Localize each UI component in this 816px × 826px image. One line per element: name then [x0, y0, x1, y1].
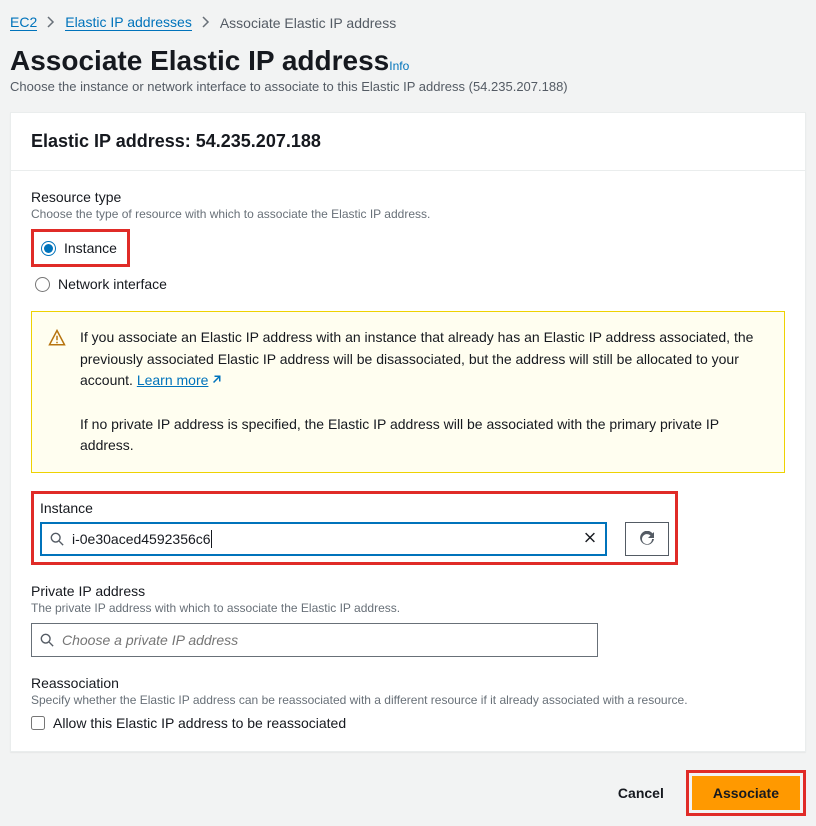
radio-network-interface-input[interactable] — [35, 277, 50, 292]
search-icon — [40, 633, 54, 647]
clear-icon[interactable] — [583, 531, 597, 548]
radio-network-interface-label: Network interface — [58, 276, 167, 292]
external-link-icon — [210, 374, 222, 386]
warning-alert: If you associate an Elastic IP address w… — [31, 311, 785, 473]
panel-heading: Elastic IP address: 54.235.207.188 — [11, 113, 805, 171]
main-panel: Elastic IP address: 54.235.207.188 Resou… — [10, 112, 806, 752]
breadcrumb: EC2 Elastic IP addresses Associate Elast… — [10, 10, 806, 45]
private-ip-section: Private IP address The private IP addres… — [31, 583, 785, 657]
chevron-right-icon — [47, 15, 55, 31]
resource-type-desc: Choose the type of resource with which t… — [31, 207, 785, 221]
instance-search[interactable]: i-0e30aced4592356c6 — [40, 522, 607, 556]
highlight-instance-radio: Instance — [31, 229, 130, 267]
footer: Cancel Associate — [10, 770, 806, 816]
learn-more-link[interactable]: Learn more — [137, 372, 223, 388]
info-link[interactable]: Info — [389, 59, 409, 73]
reassociation-label: Reassociation — [31, 675, 785, 691]
radio-instance-input[interactable] — [41, 241, 56, 256]
private-ip-input[interactable] — [32, 626, 597, 654]
associate-button[interactable]: Associate — [692, 776, 800, 810]
resource-type-label: Resource type — [31, 189, 785, 205]
reassociation-desc: Specify whether the Elastic IP address c… — [31, 693, 785, 707]
refresh-icon — [639, 531, 655, 547]
private-ip-desc: The private IP address with which to ass… — [31, 601, 785, 615]
cancel-button[interactable]: Cancel — [614, 777, 668, 809]
highlight-instance-field: Instance i-0e30aced4592356c6 — [31, 491, 678, 565]
breadcrumb-ec2[interactable]: EC2 — [10, 14, 37, 31]
refresh-button[interactable] — [625, 522, 669, 556]
alert-text-2: If no private IP address is specified, t… — [80, 416, 719, 454]
radio-instance-label: Instance — [64, 240, 117, 256]
page-title: Associate Elastic IP address — [10, 45, 389, 76]
warning-icon — [48, 327, 66, 457]
breadcrumb-eip[interactable]: Elastic IP addresses — [65, 14, 192, 31]
reassociation-section: Reassociation Specify whether the Elasti… — [31, 675, 785, 731]
instance-label: Instance — [40, 500, 669, 516]
radio-instance[interactable]: Instance — [37, 235, 121, 261]
reassociation-checkbox-row[interactable]: Allow this Elastic IP address to be reas… — [31, 715, 785, 731]
chevron-right-icon — [202, 15, 210, 31]
instance-input[interactable] — [42, 525, 605, 553]
page-subtitle: Choose the instance or network interface… — [10, 79, 806, 94]
instance-section: Instance i-0e30aced4592356c6 — [31, 491, 785, 565]
breadcrumb-current: Associate Elastic IP address — [220, 15, 396, 31]
highlight-associate-button: Associate — [686, 770, 806, 816]
radio-network-interface[interactable]: Network interface — [31, 271, 785, 297]
reassociation-checkbox[interactable] — [31, 716, 45, 730]
resource-type-section: Resource type Choose the type of resourc… — [31, 189, 785, 297]
search-icon — [50, 532, 64, 546]
private-ip-label: Private IP address — [31, 583, 785, 599]
reassociation-checkbox-label: Allow this Elastic IP address to be reas… — [53, 715, 346, 731]
private-ip-search[interactable] — [31, 623, 598, 657]
